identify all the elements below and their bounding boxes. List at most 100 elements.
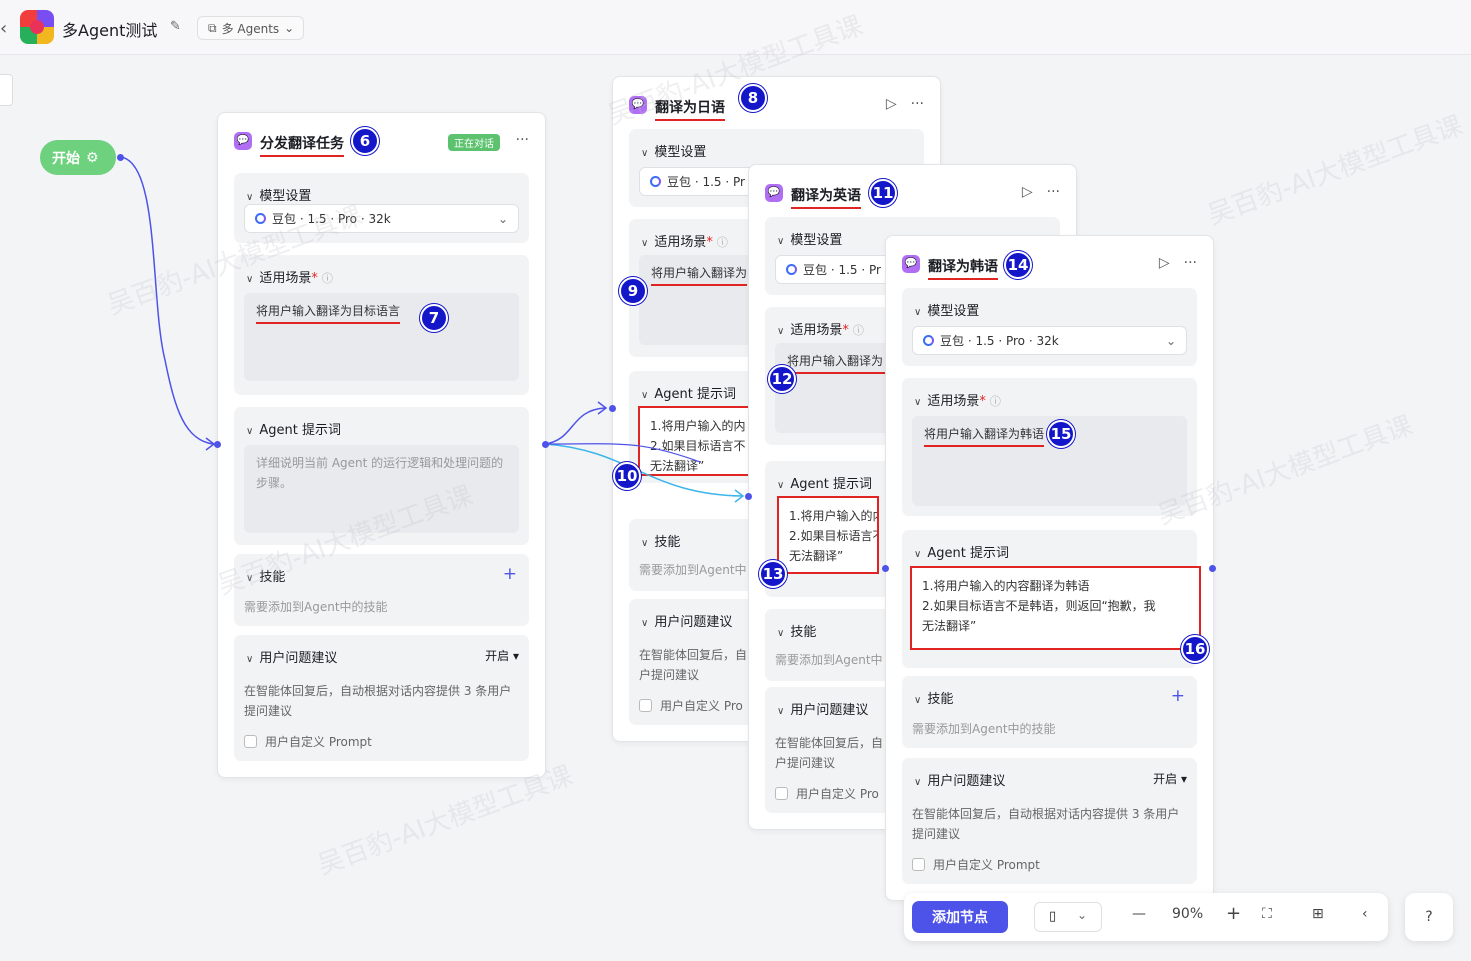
model-select[interactable]: 豆包 · 1.5 · Pro · 32k ⌄ bbox=[244, 204, 519, 233]
layout-grid-icon[interactable]: ⊞ bbox=[1312, 906, 1324, 922]
model-select[interactable]: 豆包 · 1.5 · Pro · 32k ⌄ bbox=[912, 326, 1187, 355]
live-badge: 正在对话 bbox=[448, 134, 500, 151]
agent2-prompt-highlight[interactable]: 1.将用户输入的内 2.如果目标语言不 无法翻译” bbox=[638, 406, 750, 476]
add-skill-icon[interactable]: + bbox=[1171, 686, 1185, 706]
custom-prompt-checkbox[interactable]: 用户自定义 Pro bbox=[639, 697, 743, 714]
custom-prompt-checkbox[interactable]: 用户自定义 Prompt bbox=[912, 856, 1040, 873]
bot-icon: 💬 bbox=[234, 132, 252, 150]
model-value: 豆包 · 1.5 · Pr bbox=[803, 263, 881, 277]
add-node-button[interactable]: 添加节点 bbox=[912, 901, 1008, 933]
info-icon[interactable]: ⓘ bbox=[717, 236, 728, 249]
gear-icon[interactable]: ⚙ bbox=[86, 150, 99, 166]
start-node[interactable]: 开始 ⚙ bbox=[40, 140, 116, 175]
collapse-icon[interactable]: ‹ bbox=[1362, 906, 1368, 922]
info-icon[interactable]: ⓘ bbox=[853, 324, 864, 337]
agent4-output-port[interactable] bbox=[1209, 565, 1216, 572]
chevron-left-icon[interactable]: ‹ bbox=[0, 18, 7, 39]
bot-icon: 💬 bbox=[629, 96, 647, 114]
zoom-in-icon[interactable]: + bbox=[1226, 903, 1241, 924]
chevron-down-icon[interactable]: ∨ bbox=[777, 628, 784, 639]
agent2-input-port[interactable] bbox=[609, 405, 616, 412]
play-icon[interactable]: ▷ bbox=[1022, 184, 1033, 200]
agent-title[interactable]: 翻译为日语 bbox=[655, 97, 725, 121]
agent1-input-port[interactable] bbox=[214, 441, 221, 448]
agent-title[interactable]: 翻译为英语 bbox=[791, 185, 861, 209]
chevron-down-icon[interactable]: ∨ bbox=[641, 538, 648, 549]
section-title: 用户问题建议 bbox=[654, 615, 733, 630]
doubao-icon bbox=[786, 264, 797, 275]
chevron-down-icon[interactable]: ∨ bbox=[641, 238, 648, 249]
agent4-prompt-highlight[interactable]: 1.将用户输入的内容翻译为韩语 2.如果目标语言不是韩语，则返回“抱歉，我 无法… bbox=[910, 566, 1201, 650]
zoom-level[interactable]: 90% bbox=[1172, 906, 1203, 922]
card-header: 💬 分发翻译任务 正在对话 ··· bbox=[218, 113, 545, 163]
marker-11: 11 bbox=[869, 179, 897, 207]
more-icon[interactable]: ··· bbox=[1184, 255, 1197, 271]
edge-arrow-icon bbox=[597, 401, 608, 415]
more-icon[interactable]: ··· bbox=[911, 96, 924, 112]
section-title: 适用场景 bbox=[927, 394, 980, 409]
section-title: 模型设置 bbox=[654, 145, 707, 160]
chevron-down-icon[interactable]: ∨ bbox=[777, 326, 784, 337]
custom-prompt-checkbox[interactable]: 用户自定义 Pro bbox=[775, 785, 879, 802]
skills-note: 需要添加到Agent中的技能 bbox=[244, 600, 388, 614]
agent3-prompt-highlight[interactable]: 1.将用户输入的内 2.如果目标语言不 无法翻译” bbox=[777, 496, 879, 574]
chevron-down-icon[interactable]: ∨ bbox=[641, 148, 648, 159]
side-panel-toggle[interactable] bbox=[0, 74, 13, 106]
agent3-input-port[interactable] bbox=[745, 493, 752, 500]
chevron-down-icon[interactable]: ∨ bbox=[914, 307, 921, 318]
start-label: 开始 bbox=[52, 150, 80, 167]
chevron-down-icon[interactable]: ∨ bbox=[777, 236, 784, 247]
skills-note: 需要添加到Agent中 bbox=[639, 563, 747, 577]
suggest-desc: 在智能体回复后，自动根据对话内容提供 3 条用户提问建议 bbox=[244, 684, 512, 718]
section-title: Agent 提示词 bbox=[927, 546, 1009, 561]
agent-card-dispatch[interactable]: 💬 分发翻译任务 正在对话 ··· ∨ 模型设置 豆包 · 1.5 · Pro ·… bbox=[217, 112, 546, 778]
play-icon[interactable]: ▷ bbox=[886, 96, 897, 112]
card-header: 💬 翻译为日语 ▷ ··· bbox=[613, 77, 940, 127]
prompt-line: 2.如果目标语言不是韩语，则返回“抱歉，我 bbox=[922, 599, 1156, 613]
edit-icon[interactable]: ✎ bbox=[170, 19, 181, 34]
chevron-down-icon[interactable]: ∨ bbox=[914, 397, 921, 408]
info-icon[interactable]: ⓘ bbox=[990, 395, 1001, 408]
interaction-mode-select[interactable]: ▯ ⌄ bbox=[1034, 902, 1102, 932]
chevron-down-icon[interactable]: ∨ bbox=[246, 426, 253, 437]
chevron-down-icon[interactable]: ∨ bbox=[246, 274, 253, 285]
model-section: ∨ 模型设置 豆包 · 1.5 · Pro · 32k ⌄ bbox=[902, 288, 1197, 366]
agent-title[interactable]: 分发翻译任务 bbox=[260, 133, 344, 157]
chevron-down-icon[interactable]: ∨ bbox=[914, 777, 921, 788]
agent1-output-port[interactable] bbox=[542, 441, 549, 448]
agent-title[interactable]: 翻译为韩语 bbox=[928, 256, 998, 280]
custom-prompt-checkbox[interactable]: 用户自定义 Prompt bbox=[244, 733, 372, 750]
watermark: 吴百豹-AI大模型工具课 bbox=[1203, 110, 1467, 231]
info-icon[interactable]: ⓘ bbox=[322, 272, 333, 285]
play-icon[interactable]: ▷ bbox=[1159, 255, 1170, 271]
marker-12: 12 bbox=[768, 365, 796, 393]
zoom-out-icon[interactable]: — bbox=[1132, 906, 1146, 922]
mouse-icon: ▯ bbox=[1049, 909, 1057, 924]
section-title: Agent 提示词 bbox=[259, 423, 341, 438]
skills-note: 需要添加到Agent中的技能 bbox=[912, 722, 1056, 736]
agent4-input-port[interactable] bbox=[882, 565, 889, 572]
mode-dropdown[interactable]: ⧉ 多 Agents ⌄ bbox=[197, 16, 304, 40]
chevron-down-icon[interactable]: ∨ bbox=[246, 573, 253, 584]
more-icon[interactable]: ··· bbox=[1047, 184, 1060, 200]
suggest-toggle[interactable]: 开启 ▾ bbox=[485, 647, 519, 664]
fit-view-icon[interactable]: ⛶ bbox=[1262, 906, 1272, 922]
marker-10: 10 bbox=[613, 462, 641, 490]
chevron-down-icon[interactable]: ∨ bbox=[641, 390, 648, 401]
chevron-down-icon[interactable]: ∨ bbox=[641, 618, 648, 629]
chevron-down-icon[interactable]: ∨ bbox=[777, 480, 784, 491]
help-button[interactable]: ? bbox=[1405, 893, 1453, 941]
chevron-down-icon[interactable]: ∨ bbox=[246, 654, 253, 665]
chevron-down-icon[interactable]: ∨ bbox=[914, 695, 921, 706]
prompt-textarea[interactable]: 详细说明当前 Agent 的运行逻辑和处理问题的步骤。 bbox=[244, 445, 519, 533]
chevron-down-icon[interactable]: ∨ bbox=[777, 706, 784, 717]
chevron-down-icon[interactable]: ∨ bbox=[914, 549, 921, 560]
section-title: 适用场景 bbox=[259, 271, 312, 286]
chevron-down-icon[interactable]: ∨ bbox=[246, 192, 253, 203]
more-icon[interactable]: ··· bbox=[516, 132, 529, 148]
start-output-port[interactable] bbox=[117, 154, 124, 161]
suggest-toggle[interactable]: 开启 ▾ bbox=[1153, 770, 1187, 787]
add-skill-icon[interactable]: + bbox=[503, 564, 517, 584]
bot-icon: 💬 bbox=[765, 184, 783, 202]
scene-textarea[interactable]: 将用户输入翻译为目标语言 bbox=[244, 293, 519, 381]
